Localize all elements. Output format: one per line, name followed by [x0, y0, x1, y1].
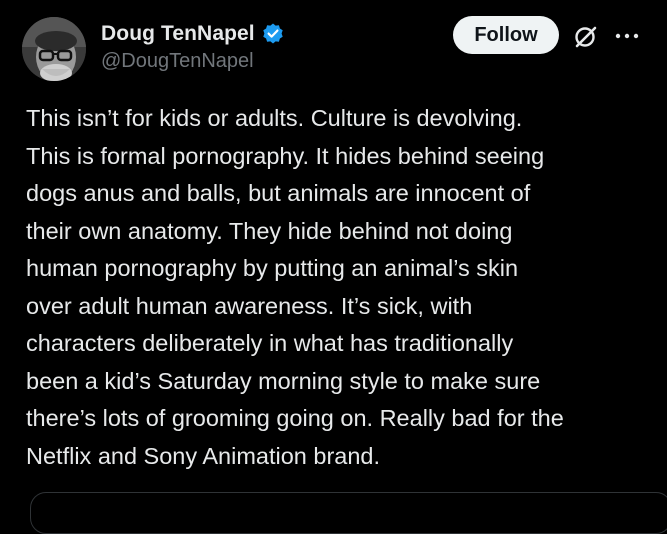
author-name-row: Doug TenNapel	[101, 20, 285, 48]
avatar[interactable]	[22, 17, 86, 81]
quoted-card-edge	[30, 492, 667, 534]
avatar-image	[22, 17, 86, 81]
post: Doug TenNapel @DougTenNapel Follow This …	[0, 0, 667, 534]
post-text: This isn’t for kids or adults. Culture i…	[26, 105, 564, 469]
author-handle[interactable]: @DougTenNapel	[101, 50, 254, 73]
verified-badge-icon[interactable]	[261, 22, 285, 46]
grok-icon[interactable]	[573, 24, 599, 50]
author-display-name[interactable]: Doug TenNapel	[101, 22, 255, 46]
more-horizontal-icon[interactable]	[614, 28, 640, 44]
follow-button[interactable]: Follow	[453, 16, 559, 54]
